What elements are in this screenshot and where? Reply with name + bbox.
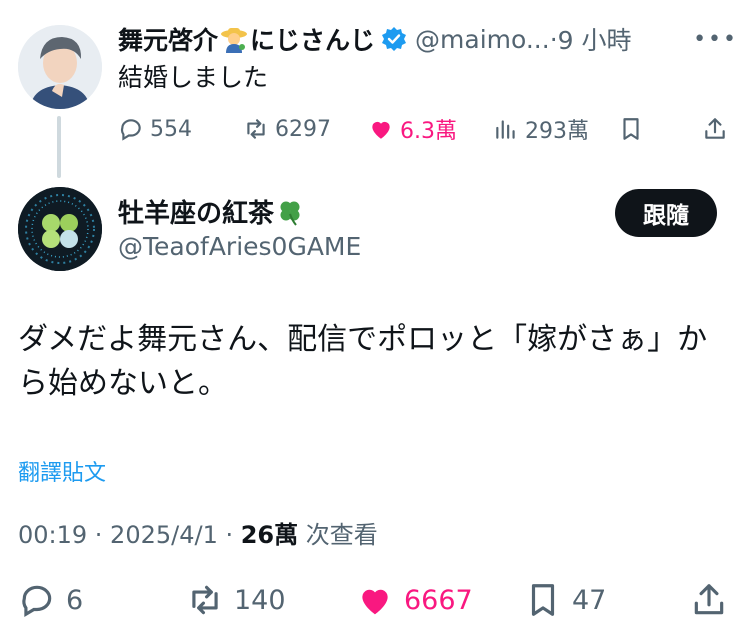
main-handle[interactable]: @TeaofAries0GAME (118, 232, 361, 261)
bookmark-count: 47 (572, 584, 607, 616)
views-chart-icon (496, 120, 515, 139)
parent-reply-count: 554 (150, 116, 192, 142)
view-count-label: 次查看 (298, 521, 378, 549)
bookmark-icon (623, 118, 639, 140)
parent-view-count: 293萬 (525, 119, 589, 144)
translate-post-link[interactable]: 翻譯貼文 (18, 455, 106, 487)
heart-filled-icon (362, 589, 388, 615)
parent-bookmark-button[interactable] (618, 112, 650, 146)
like-count: 6667 (404, 584, 473, 616)
more-options-icon[interactable]: ••• (693, 27, 738, 52)
farmer-emoji-icon (220, 25, 248, 53)
parent-views-button[interactable]: 293萬 (493, 112, 589, 146)
tweet-meta: 00:19 · 2025/4/1 · 26萬 次查看 (18, 515, 378, 550)
parent-retweet-button[interactable]: 6297 (243, 112, 331, 146)
reply-icon (120, 119, 141, 141)
parent-action-bar: 554 6297 6.3萬 293萬 (118, 112, 732, 146)
parent-tweet-text: 結婚しました (118, 63, 269, 92)
share-icon (705, 118, 725, 139)
parent-display-name[interactable]: 舞元啓介 (118, 21, 218, 57)
main-display-name[interactable]: 牡羊座の紅茶 (118, 193, 274, 230)
retweet-count: 140 (234, 584, 286, 616)
heart-filled-icon (372, 121, 390, 139)
parent-reply-button[interactable]: 554 (118, 112, 192, 146)
main-tweet-text: ダメだよ舞元さん、配信でポロッと「嫁がさぁ」から始めないと。 (18, 322, 708, 401)
reply-count: 6 (66, 584, 84, 616)
retweet-icon (247, 119, 265, 139)
reply-icon (22, 585, 52, 618)
main-avatar[interactable] (18, 187, 102, 271)
parent-retweet-count: 6297 (275, 116, 331, 142)
share-button[interactable] (690, 578, 738, 622)
bookmark-button[interactable]: 47 (524, 578, 606, 622)
parent-handle[interactable]: @maimo... (415, 25, 550, 54)
retweet-button[interactable]: 140 (186, 578, 286, 622)
main-name-row: 牡羊座の紅茶 (118, 193, 306, 230)
parent-time[interactable]: 9 小時 (558, 21, 632, 57)
tweet-timestamp[interactable]: 00:19 · 2025/4/1 · (18, 521, 241, 549)
four-leaf-clover-icon (276, 198, 304, 226)
verified-badge-icon (381, 26, 407, 52)
parent-tweet-header: 舞元啓介 にじさんじ @maimo... · 9 小時 ••• (118, 20, 738, 58)
retweet-icon (192, 585, 218, 615)
parent-name-suffix[interactable]: にじさんじ (250, 21, 375, 57)
share-icon (694, 584, 724, 615)
bookmark-icon (531, 584, 555, 616)
reply-button[interactable]: 6 (18, 578, 83, 622)
follow-button[interactable]: 跟隨 (615, 189, 717, 237)
like-button[interactable]: 6667 (356, 578, 473, 622)
parent-like-button[interactable]: 6.3萬 (368, 112, 457, 146)
separator-dot: · (549, 24, 558, 54)
thread-connector-line (57, 116, 61, 178)
parent-avatar[interactable] (18, 25, 102, 109)
main-action-bar: 6 140 6667 47 (18, 578, 732, 622)
parent-like-count: 6.3萬 (400, 119, 457, 144)
view-count: 26萬 (240, 521, 299, 549)
parent-share-button[interactable] (702, 112, 734, 146)
